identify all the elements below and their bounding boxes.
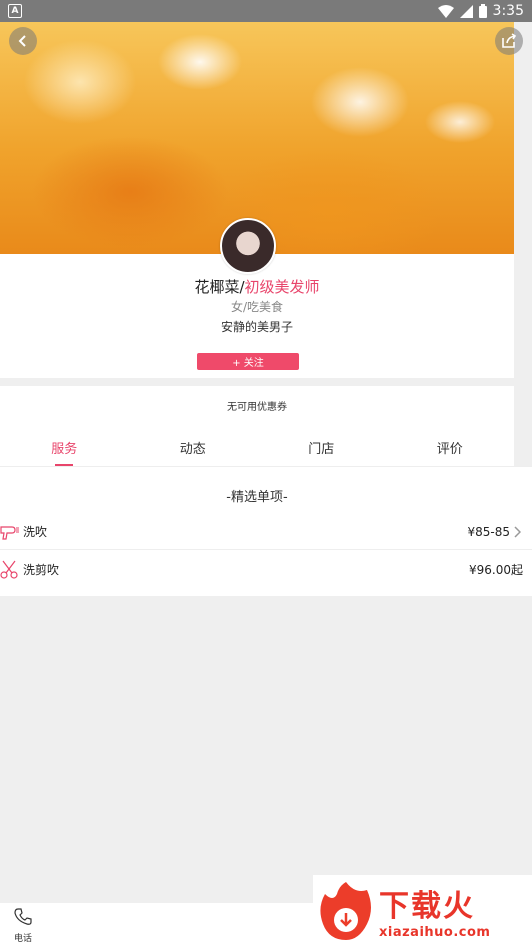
tab-posts[interactable]: 动态 (129, 430, 258, 466)
chevron-right-icon (510, 525, 524, 538)
list-item[interactable]: 洗剪吹 ¥96.00起 (0, 551, 532, 587)
scissors-icon (0, 559, 20, 579)
gender-tags: 女/吃美食 (230, 300, 284, 314)
service-price: ¥85-85 (467, 524, 510, 539)
battery-icon (478, 4, 487, 18)
hair-dryer-icon (0, 522, 20, 542)
stylist-profile-page: A 3:35 花椰菜/初级美发师 女/吃美食 安静的美男子 + 关注 无可用优惠… (0, 0, 532, 946)
stylist-name: 花椰菜/ (194, 278, 245, 296)
back-arrow-icon (18, 35, 26, 47)
wifi-icon (437, 4, 454, 18)
bio: 安静的美男子 (220, 320, 293, 334)
service-name: 洗吹 (23, 525, 48, 539)
signal-icon (459, 4, 473, 18)
avatar[interactable] (220, 218, 276, 274)
service-name: 洗剪吹 (23, 562, 60, 577)
phone-button[interactable]: 电话 (10, 908, 36, 944)
notification-icon: A (8, 4, 22, 18)
status-icons: 3:35 (437, 3, 524, 19)
share-button[interactable] (495, 27, 523, 55)
watermark-text: 下载火 xiazaihuo.com (379, 881, 490, 940)
watermark-url: xiazaihuo.com (379, 925, 491, 940)
status-bar: A 3:35 (0, 0, 532, 22)
watermark-flame-icon (320, 881, 371, 940)
stylist-role: 初级美发师 (244, 278, 320, 296)
watermark: 下载火 xiazaihuo.com (313, 875, 532, 946)
status-time: 3:35 (492, 3, 524, 19)
share-icon (502, 33, 517, 48)
tab-stores[interactable]: 门店 (257, 430, 386, 466)
list-item[interactable]: 洗吹 ¥85-85 (0, 514, 532, 550)
phone-label: 电话 (13, 934, 32, 944)
service-price: ¥96.00起 (469, 562, 523, 577)
stylist-name-line: 花椰菜/初级美发师 (0, 276, 514, 297)
follow-button[interactable]: + 关注 (197, 353, 299, 370)
tab-bar: 服务 动态 门店 评价 (0, 430, 514, 466)
tab-services[interactable]: 服务 (0, 430, 129, 466)
coupon-status[interactable]: 无可用优惠券 (0, 398, 514, 413)
tab-reviews[interactable]: 评价 (386, 430, 515, 466)
watermark-title: 下载火 (379, 889, 475, 924)
phone-icon (14, 908, 32, 925)
back-button[interactable] (9, 27, 37, 55)
services-title: -精选单项- (226, 490, 288, 505)
